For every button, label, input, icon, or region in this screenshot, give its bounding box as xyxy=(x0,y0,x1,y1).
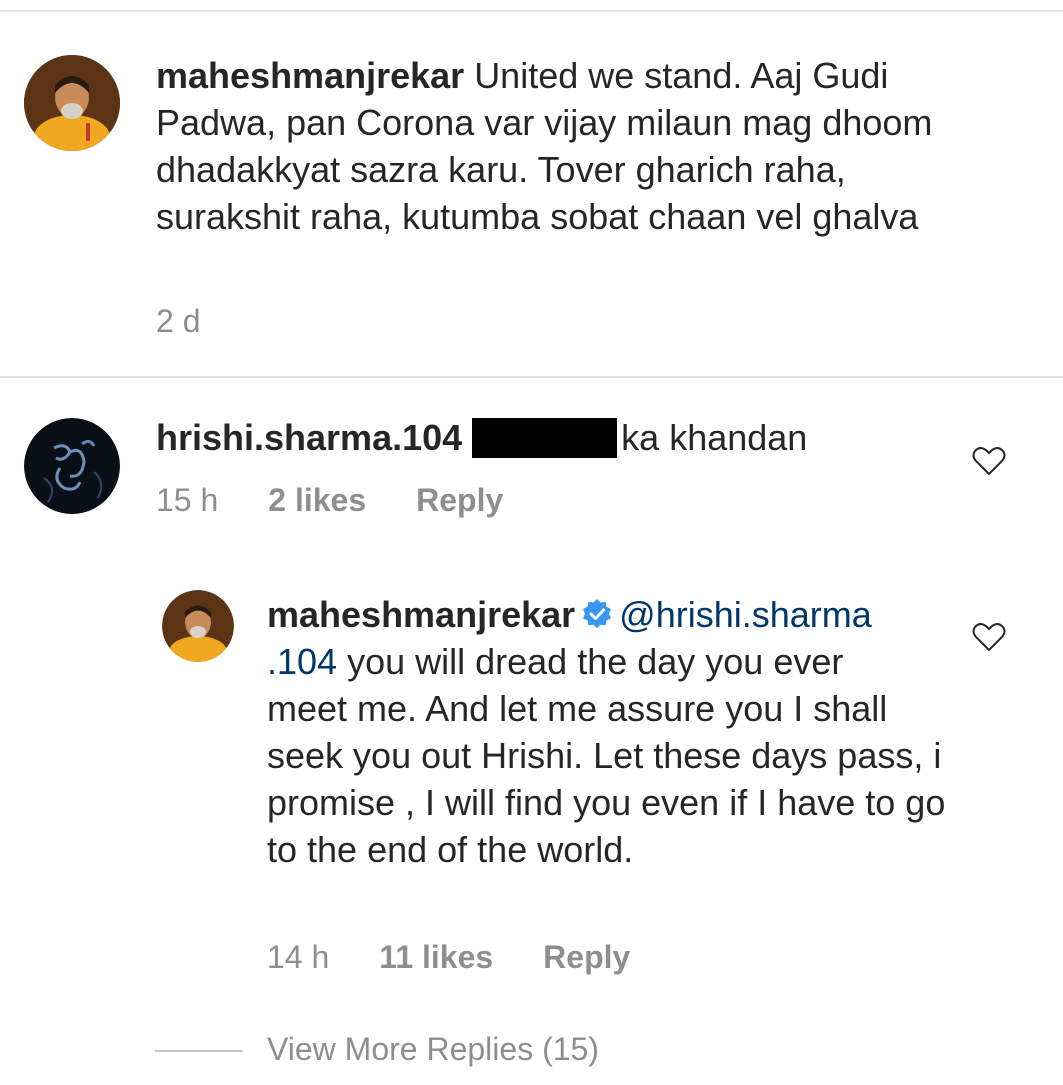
comment-username[interactable]: maheshmanjrekar xyxy=(156,55,464,96)
avatar[interactable] xyxy=(24,418,120,514)
comment-meta: 15 h 2 likes Reply xyxy=(156,482,553,519)
reply-button[interactable]: Reply xyxy=(416,482,503,518)
top-divider xyxy=(0,10,1063,12)
reply-text: meet me. And let me assure you I shall s… xyxy=(267,688,946,870)
comment-body: maheshmanjrekar United we stand. Aaj Gud… xyxy=(156,52,996,240)
likes-count[interactable]: 2 likes xyxy=(268,482,366,518)
comment-username[interactable]: hrishi.sharma.104 xyxy=(156,417,462,458)
likes-count[interactable]: 11 likes xyxy=(379,939,493,975)
avatar[interactable] xyxy=(24,55,120,151)
comment-time: 2 d xyxy=(156,303,201,339)
section-divider xyxy=(0,376,1063,378)
reply-body: maheshmanjrekar @hrishi.sharma .104 you w… xyxy=(267,591,947,873)
view-more-replies-button[interactable]: View More Replies (15) xyxy=(267,1031,599,1068)
comment-text: ka khandan xyxy=(621,417,808,458)
reply-button[interactable]: Reply xyxy=(543,939,630,975)
mention-link-continued[interactable]: .104 xyxy=(267,641,337,682)
heart-icon[interactable] xyxy=(972,446,1006,476)
avatar[interactable] xyxy=(162,590,234,662)
comment-meta: 2 d xyxy=(156,303,250,340)
reply-text-line1: you will dread the day you ever xyxy=(337,641,844,682)
verified-badge-icon xyxy=(583,599,612,629)
reply-username[interactable]: maheshmanjrekar xyxy=(267,594,575,635)
comment-body: hrishi.sharma.104 ka khandan xyxy=(156,414,956,461)
mention-link[interactable]: @hrishi.sharma xyxy=(619,594,872,635)
heart-icon[interactable] xyxy=(972,622,1006,652)
view-more-line xyxy=(155,1050,243,1052)
redaction-bar xyxy=(472,418,618,458)
comment-time: 15 h xyxy=(156,482,219,518)
reply-meta: 14 h 11 likes Reply xyxy=(267,939,680,976)
reply-time: 14 h xyxy=(267,939,330,975)
